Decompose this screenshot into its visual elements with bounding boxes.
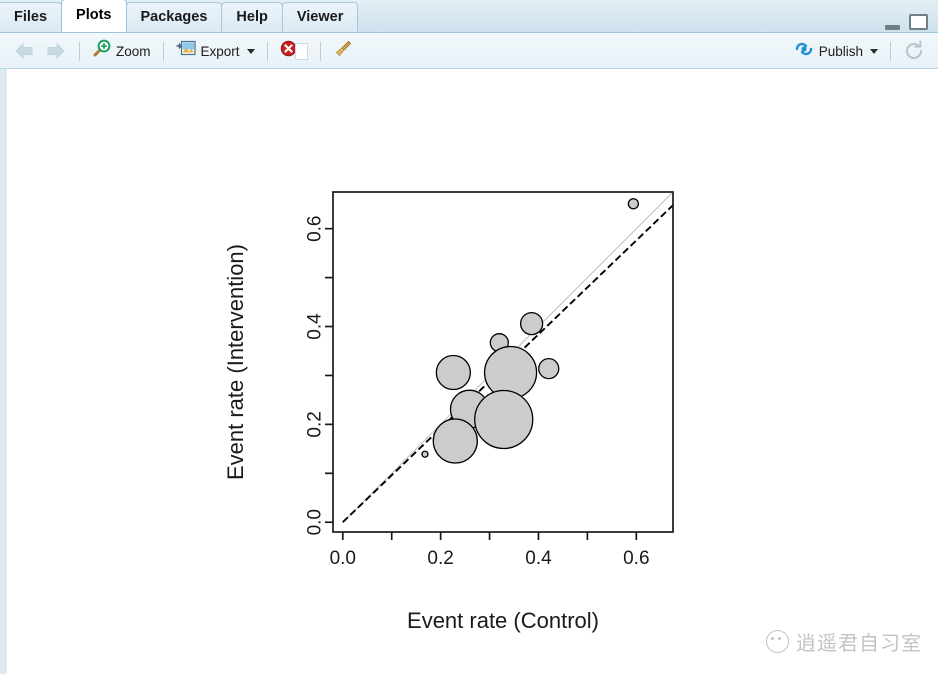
export-image-icon bbox=[176, 40, 196, 62]
data-point-bubble bbox=[432, 418, 478, 464]
refresh-button[interactable] bbox=[898, 38, 930, 64]
tab-help[interactable]: Help bbox=[221, 2, 283, 32]
refresh-icon bbox=[903, 40, 925, 62]
tab-plots[interactable]: Plots bbox=[61, 0, 127, 32]
toolbar-divider bbox=[162, 41, 164, 61]
tab-viewer[interactable]: Viewer bbox=[281, 2, 359, 32]
x-axis-title: Event rate (Control) bbox=[407, 608, 599, 633]
toolbar-divider bbox=[79, 41, 80, 61]
plot-display-area[interactable]: 0.0 0.2 0.4 0.6 0.0 0.2 0.4 0.6 Event rate (Cont… bbox=[0, 69, 938, 674]
y-axis-title: Event rate (Intervention) bbox=[223, 244, 248, 480]
arrow-right-icon bbox=[45, 42, 67, 60]
zoom-button[interactable]: Zoom bbox=[87, 38, 156, 64]
toolbar-divider bbox=[890, 41, 891, 61]
data-point-bubble bbox=[627, 198, 640, 210]
y-axis-tick-label: 0.6 bbox=[305, 215, 326, 241]
maximize-pane-icon[interactable] bbox=[909, 14, 928, 30]
pane-tab-strip: Files Plots Packages Help Viewer bbox=[0, 0, 938, 33]
tab-label: Help bbox=[236, 9, 268, 25]
forward-button[interactable] bbox=[40, 38, 72, 64]
zoom-magnifier-icon bbox=[92, 39, 111, 63]
data-point-bubble bbox=[435, 354, 471, 391]
tab-label: Viewer bbox=[296, 9, 344, 25]
toolbar-right-group: Publish bbox=[789, 33, 930, 69]
data-point-bubble bbox=[474, 389, 534, 450]
publish-icon bbox=[794, 41, 814, 62]
tab-files[interactable]: Files bbox=[0, 2, 63, 32]
publish-label: Publish bbox=[818, 43, 863, 59]
minimize-pane-icon[interactable] bbox=[885, 20, 900, 30]
tab-list: Files Plots Packages Help Viewer bbox=[0, 0, 359, 32]
export-button[interactable]: Export bbox=[171, 38, 260, 64]
tab-label: Plots bbox=[76, 7, 112, 23]
clear-plots-button[interactable] bbox=[328, 38, 358, 64]
tab-label: Files bbox=[14, 9, 48, 25]
tab-packages[interactable]: Packages bbox=[125, 2, 223, 32]
bubble-scatter-plot: 0.0 0.2 0.4 0.6 0.0 0.2 0.4 0.6 Event rate (Cont… bbox=[223, 191, 674, 633]
x-axis-tick-label: 0.0 bbox=[330, 548, 356, 569]
x-axis-tick-label: 0.4 bbox=[525, 548, 552, 569]
toolbar-divider bbox=[319, 41, 321, 61]
x-axis-tick-label: 0.6 bbox=[623, 548, 649, 569]
toolbar-left-group: Zoom Export bbox=[8, 33, 358, 69]
remove-plot-page-icon bbox=[294, 42, 308, 60]
y-axis-tick-label: 0.0 bbox=[305, 509, 326, 535]
data-point-bubble bbox=[519, 311, 544, 336]
chevron-down-icon bbox=[246, 48, 255, 54]
data-point-bubble bbox=[538, 357, 560, 380]
plots-toolbar: Zoom Export Publish bbox=[0, 33, 938, 69]
y-axis-tick-label: 0.2 bbox=[305, 411, 326, 437]
broom-icon bbox=[333, 39, 353, 64]
data-points bbox=[421, 198, 640, 464]
y-axis-tick-label: 0.4 bbox=[305, 313, 326, 340]
arrow-left-icon bbox=[13, 42, 35, 60]
toolbar-divider bbox=[266, 41, 268, 61]
publish-button[interactable]: Publish bbox=[789, 38, 883, 64]
data-point-bubble bbox=[421, 450, 429, 458]
remove-plot-button[interactable] bbox=[275, 38, 313, 64]
export-label: Export bbox=[200, 43, 240, 59]
back-button[interactable] bbox=[8, 38, 40, 64]
plots-pane-window: Files Plots Packages Help Viewer Zoom Ex… bbox=[0, 0, 938, 674]
window-controls bbox=[885, 14, 928, 30]
zoom-label: Zoom bbox=[116, 43, 151, 59]
tab-label: Packages bbox=[140, 9, 208, 25]
x-axis-tick-label: 0.2 bbox=[427, 548, 453, 569]
chevron-down-icon bbox=[870, 48, 878, 54]
